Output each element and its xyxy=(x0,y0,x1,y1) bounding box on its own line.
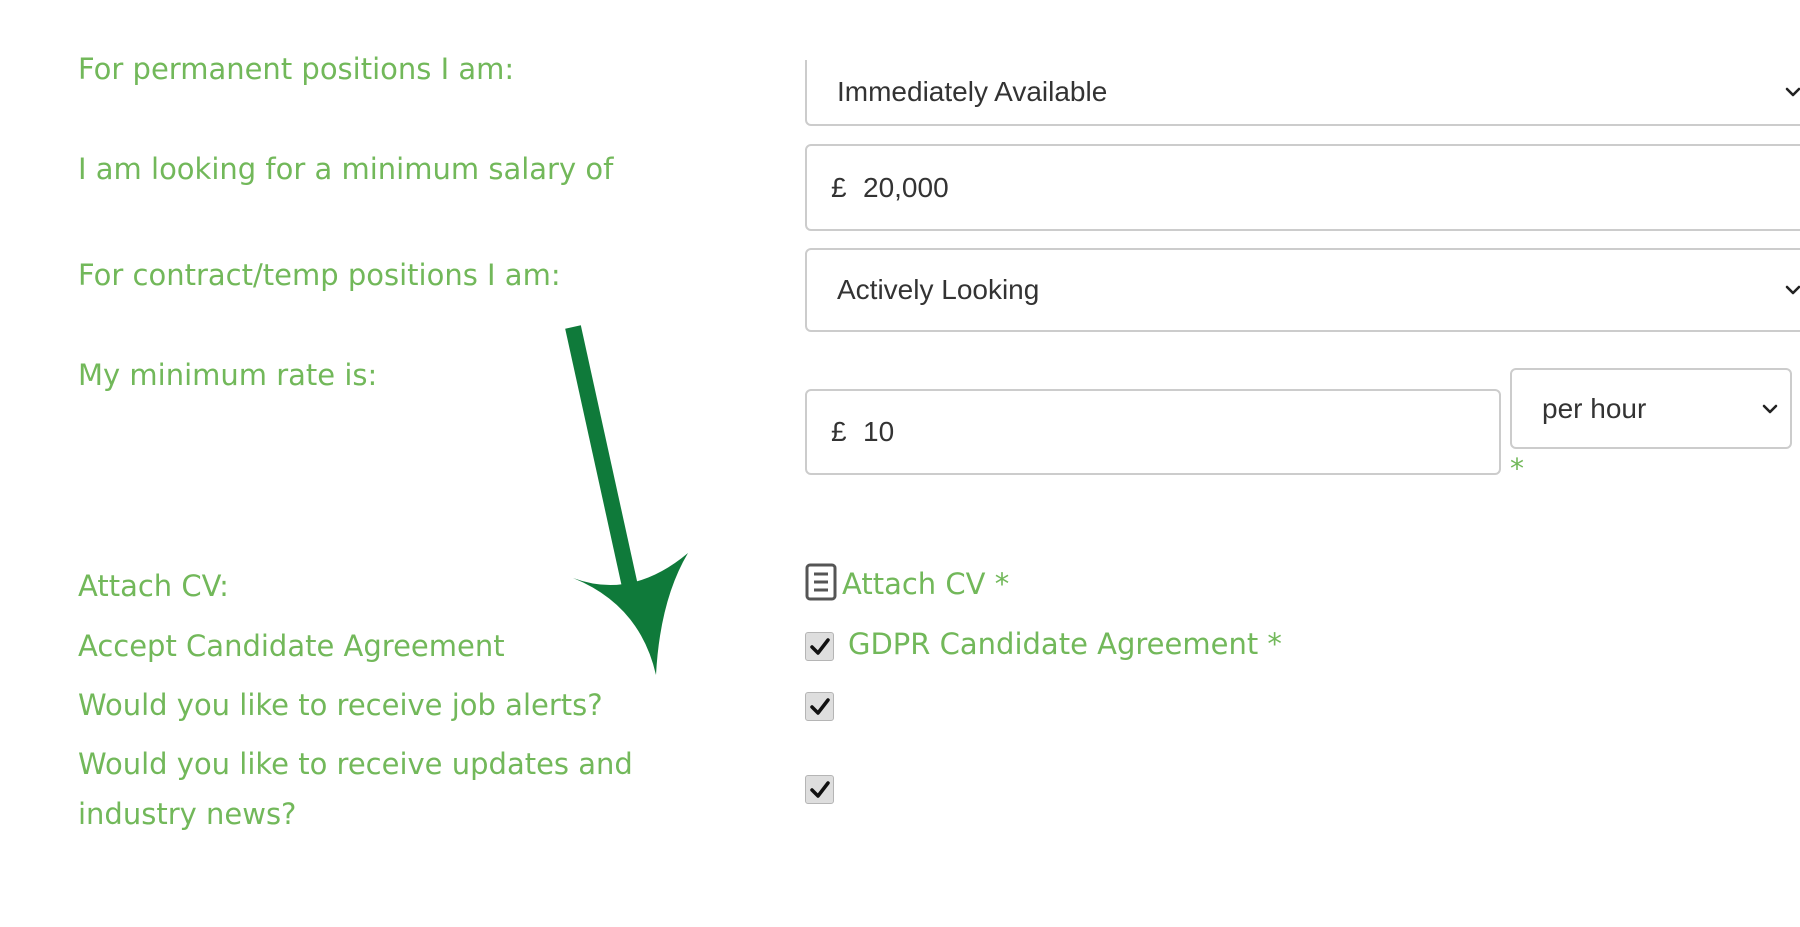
accept-agreement-checkbox[interactable] xyxy=(805,632,834,661)
attach-cv-label: Attach CV: xyxy=(78,569,229,603)
job-alerts-checkbox[interactable] xyxy=(805,692,834,721)
minimum-salary-label: I am looking for a minimum salary of xyxy=(78,152,614,186)
rate-period-select[interactable]: per hour xyxy=(1510,368,1792,449)
rate-currency-prefix: £ xyxy=(831,416,847,447)
permanent-positions-label: For permanent positions I am: xyxy=(78,52,515,86)
chevron-down-icon xyxy=(1785,285,1800,295)
checkmark-icon xyxy=(810,638,830,655)
permanent-availability-value: Immediately Available xyxy=(837,76,1108,107)
minimum-salary-input[interactable]: £ 20,000 xyxy=(805,144,1800,231)
job-alerts-label: Would you like to receive job alerts? xyxy=(78,688,603,722)
contract-availability-select[interactable]: Actively Looking xyxy=(805,248,1800,332)
rate-value: 10 xyxy=(863,416,895,447)
accept-agreement-label: Accept Candidate Agreement xyxy=(78,629,505,663)
minimum-rate-label: My minimum rate is: xyxy=(78,358,378,392)
rate-period-value: per hour xyxy=(1542,392,1647,424)
gdpr-required-asterisk: * xyxy=(1267,627,1282,661)
salary-value: 20,000 xyxy=(863,171,949,203)
permanent-availability-select[interactable]: Immediately Available xyxy=(805,60,1800,126)
document-icon[interactable] xyxy=(805,563,837,601)
updates-news-checkbox[interactable] xyxy=(805,775,834,804)
checkmark-icon xyxy=(810,698,830,715)
updates-news-label: Would you like to receive updates and in… xyxy=(78,747,633,831)
minimum-rate-input[interactable]: £ 10 xyxy=(805,389,1501,475)
contract-positions-label: For contract/temp positions I am: xyxy=(78,258,561,292)
chevron-down-icon xyxy=(1762,404,1778,413)
checkmark-icon xyxy=(810,781,830,798)
attach-cv-required-asterisk: * xyxy=(994,567,1010,601)
gdpr-agreement-link[interactable]: GDPR Candidate Agreement * xyxy=(848,627,1282,661)
chevron-down-icon xyxy=(1785,87,1800,97)
attach-cv-link[interactable]: Attach CV * xyxy=(842,567,1009,601)
rate-required-asterisk: * xyxy=(1510,452,1524,485)
attach-cv-link-text: Attach CV xyxy=(842,567,986,601)
salary-currency-prefix: £ xyxy=(831,171,847,203)
contract-availability-value: Actively Looking xyxy=(837,274,1040,305)
gdpr-agreement-link-text: GDPR Candidate Agreement xyxy=(848,627,1259,661)
